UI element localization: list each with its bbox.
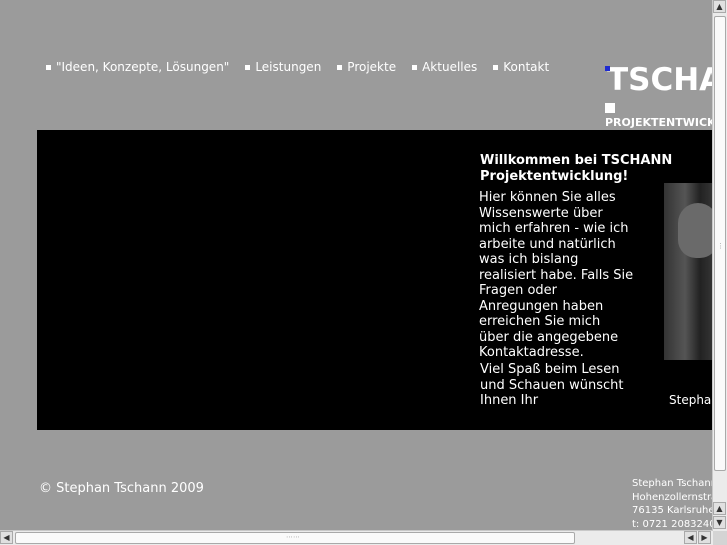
- nav-item-label: "Ideen, Konzepte, Lösungen": [56, 60, 230, 74]
- arrow-down-icon[interactable]: ▼: [713, 516, 726, 529]
- photo-caption: Stephan Tschann: [669, 393, 713, 407]
- nav-item-label: Aktuelles: [422, 60, 478, 74]
- portrait-photo: [664, 183, 713, 360]
- logo-accent-dot: [605, 66, 610, 71]
- address-line: Hohenzollernstraße: [632, 491, 714, 503]
- portrait-face: [678, 203, 713, 258]
- bullet-icon: [412, 64, 418, 70]
- address-line: Stephan Tschann: [632, 478, 714, 489]
- logo-square-icon: [605, 103, 615, 113]
- address-line: 76135 Karlsruhe: [632, 505, 714, 516]
- copyright: © Stephan Tschann 2009: [39, 481, 204, 496]
- address-line: t: 0721 2083240: [632, 518, 714, 530]
- vertical-scroll-thumb[interactable]: ⋮⋮: [714, 16, 727, 471]
- grip-icon: ⋮⋮: [717, 242, 727, 250]
- nav-item-projekte[interactable]: Projekte: [337, 60, 396, 74]
- footer-address: Stephan Tschann Hohenzollernstraße 76135…: [632, 477, 714, 531]
- horizontal-scrollbar[interactable]: ◀ ⋯⋯ ◀ ▶: [0, 530, 713, 545]
- arrow-left-icon[interactable]: ◀: [0, 531, 13, 544]
- bullet-icon: [337, 64, 343, 70]
- horizontal-scroll-thumb[interactable]: ⋯⋯: [15, 532, 575, 544]
- bullet-icon: [493, 64, 499, 70]
- nav-item-ideen[interactable]: "Ideen, Konzepte, Lösungen": [46, 60, 229, 74]
- nav-item-label: Projekte: [347, 60, 397, 74]
- bullet-icon: [46, 64, 51, 70]
- arrow-up-icon[interactable]: ▲: [713, 0, 726, 13]
- welcome-text: Hier können Sie alles Wissenswerte über …: [479, 190, 634, 360]
- bullet-icon: [245, 64, 251, 70]
- arrow-left-icon[interactable]: ◀: [684, 531, 697, 544]
- welcome-heading: Willkommen bei TSCHANN Projektentwicklun…: [480, 153, 673, 184]
- logo-title: TSCHANN: [607, 62, 715, 98]
- nav-item-label: Kontakt: [503, 60, 550, 74]
- nav-item-kontakt[interactable]: Kontakt: [493, 60, 549, 74]
- welcome-closing: Viel Spaß beim Lesen und Schauen wünscht…: [480, 362, 624, 408]
- nav-item-leistungen[interactable]: Leistungen: [245, 60, 321, 74]
- vertical-scrollbar[interactable]: ▲ ⋮⋮ ▲ ▼: [712, 0, 727, 531]
- arrow-up-icon[interactable]: ▲: [713, 502, 726, 515]
- main-navigation: "Ideen, Konzepte, Lösungen" Leistungen P…: [46, 60, 565, 74]
- grip-icon: ⋯⋯: [286, 533, 300, 541]
- nav-item-aktuelles[interactable]: Aktuelles: [412, 60, 477, 74]
- logo-subtitle: PROJEKTENTWICKLUNG: [605, 116, 715, 129]
- scrollbar-corner: [713, 531, 727, 545]
- nav-item-label: Leistungen: [255, 60, 322, 74]
- content-box: Willkommen bei TSCHANN Projektentwicklun…: [37, 130, 713, 430]
- arrow-right-icon[interactable]: ▶: [698, 531, 711, 544]
